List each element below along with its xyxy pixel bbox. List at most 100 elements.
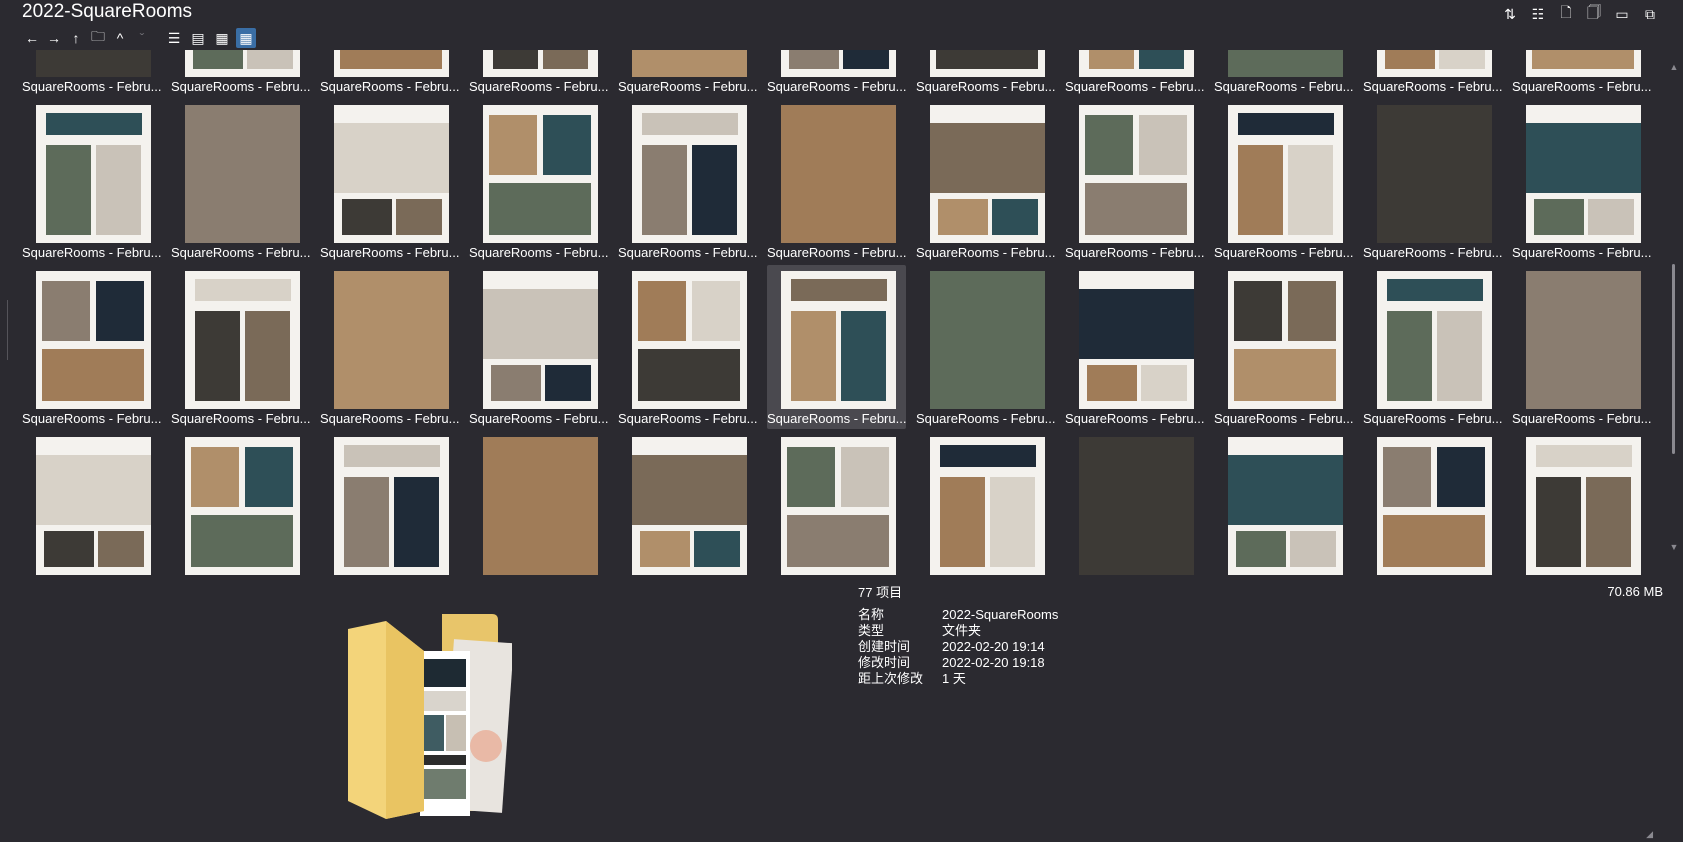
file-thumbnail-item[interactable]: SquareRooms - Febru...: [469, 99, 608, 263]
thumbnail-photo-block: [493, 50, 538, 69]
file-thumbnail-item[interactable]: SquareRooms - Febru...: [1363, 50, 1502, 97]
grid-scrollbar[interactable]: ▲ ▼: [1668, 50, 1680, 578]
tiles-view-button[interactable]: ▦: [212, 28, 232, 48]
file-thumbnail-item[interactable]: SquareRooms - Febru...: [469, 265, 608, 429]
file-thumbnail-item[interactable]: SquareRooms - Febru...: [469, 431, 608, 578]
file-thumbnail-item[interactable]: SquareRooms - Febru...: [767, 50, 906, 97]
sort-button[interactable]: ⇅: [1499, 3, 1521, 25]
page-thumbnail-image: [1079, 271, 1194, 409]
back-button[interactable]: ←: [22, 28, 42, 48]
scrollbar-thumb[interactable]: [1672, 264, 1675, 454]
file-thumbnail-item[interactable]: SquareRooms - Febru...: [767, 265, 906, 429]
file-thumbnail-item[interactable]: SquareRooms - Febru...: [618, 431, 757, 578]
file-thumbnail-item[interactable]: SquareRooms - Febru...: [1512, 431, 1651, 578]
sort-icon: ⇅: [1504, 5, 1516, 22]
group-button[interactable]: ☷: [1527, 3, 1549, 25]
file-thumbnail-item[interactable]: SquareRooms - Febru...: [916, 431, 1055, 578]
file-name-label: SquareRooms - Febru...: [767, 411, 906, 426]
open-folder-button[interactable]: 🗀: [88, 28, 108, 48]
up-button[interactable]: ↑: [66, 28, 86, 48]
forward-button[interactable]: →: [44, 28, 64, 48]
thumbnail-photo-block: [334, 271, 449, 409]
file-thumbnail-item[interactable]: SquareRooms - Febru...: [22, 265, 161, 429]
file-thumbnail-item[interactable]: SquareRooms - Febru...: [1214, 265, 1353, 429]
thumbnail-photo-block: [36, 50, 151, 77]
copy-button[interactable]: ⧉: [1639, 3, 1661, 25]
details-view-button[interactable]: ▤: [188, 28, 208, 48]
page-thumbnail-image: [334, 271, 449, 409]
file-thumbnail-item[interactable]: SquareRooms - Febru...: [1214, 431, 1353, 578]
file-thumbnail-item[interactable]: SquareRooms - Febru...: [916, 99, 1055, 263]
file-thumbnail-item[interactable]: SquareRooms - Febru...: [1512, 265, 1651, 429]
file-thumbnail-item[interactable]: SquareRooms - Febru...: [22, 431, 161, 578]
resize-grip-icon[interactable]: ◢: [1646, 829, 1653, 840]
thumbnail-photo-block: [44, 531, 94, 567]
file-thumbnail-item[interactable]: SquareRooms - Febru...: [1065, 265, 1204, 429]
item-count: 77 项目: [858, 585, 903, 600]
property-key: 类型: [858, 623, 885, 638]
thumbnail-photo-block: [1085, 183, 1187, 235]
thumbnail-photo-block: [1236, 531, 1286, 567]
file-thumbnail-item[interactable]: SquareRooms - Febru...: [1065, 50, 1204, 97]
file-thumbnail-item[interactable]: SquareRooms - Febru...: [1512, 50, 1651, 97]
list-view-button[interactable]: ☰: [164, 28, 184, 48]
file-thumbnail-item[interactable]: SquareRooms - Febru...: [618, 99, 757, 263]
file-thumbnail-item[interactable]: SquareRooms - Febru...: [171, 265, 310, 429]
window-title: 2022-SquareRooms: [22, 1, 193, 22]
page-thumbnail-image: [1526, 50, 1641, 77]
thumbnail-photo-block: [96, 281, 144, 341]
file-thumbnail-item[interactable]: SquareRooms - Febru...: [1065, 431, 1204, 578]
file-name-label: SquareRooms - Febru...: [320, 411, 459, 426]
thumbnail-photo-block: [1387, 279, 1483, 301]
scroll-up-arrow-icon[interactable]: ▲: [1668, 62, 1680, 72]
file-thumbnail-item[interactable]: SquareRooms - Febru...: [171, 99, 310, 263]
thumbnail-photo-block: [1385, 50, 1435, 69]
scroll-down-button[interactable]: ˇ: [132, 28, 152, 48]
rename-button[interactable]: 🗍: [1583, 3, 1605, 25]
property-key: 修改时间: [858, 655, 911, 670]
file-thumbnail-item[interactable]: SquareRooms - Febru...: [171, 431, 310, 578]
scroll-down-arrow-icon[interactable]: ▼: [1668, 542, 1680, 552]
file-thumbnail-item[interactable]: SquareRooms - Febru...: [320, 431, 459, 578]
file-thumbnail-item[interactable]: SquareRooms - Febru...: [1363, 265, 1502, 429]
page-thumbnail-image: [632, 105, 747, 243]
up-icon: ↑: [72, 30, 80, 46]
file-thumbnail-item[interactable]: SquareRooms - Febru...: [767, 99, 906, 263]
file-thumbnail-item[interactable]: SquareRooms - Febru...: [22, 99, 161, 263]
file-thumbnail-item[interactable]: SquareRooms - Febru...: [320, 50, 459, 97]
property-key: 名称: [858, 607, 885, 622]
file-thumbnail-item[interactable]: SquareRooms - Febru...: [1512, 99, 1651, 263]
preview-pane-button[interactable]: ▭: [1611, 3, 1633, 25]
file-thumbnail-item[interactable]: SquareRooms - Febru...: [1065, 99, 1204, 263]
thumbnail-view-button[interactable]: ▦: [236, 28, 256, 48]
thumbnail-photo-block: [992, 199, 1038, 235]
new-file-button[interactable]: 🗋: [1555, 3, 1577, 25]
thumbnail-photo-block: [930, 123, 1045, 193]
thumbnail-photo-block: [483, 289, 598, 359]
scroll-up-button[interactable]: ^: [110, 28, 130, 48]
file-thumbnail-item[interactable]: SquareRooms - Febru...: [22, 50, 161, 97]
file-thumbnail-item[interactable]: SquareRooms - Febru...: [1214, 99, 1353, 263]
file-thumbnail-item[interactable]: SquareRooms - Febru...: [767, 431, 906, 578]
file-thumbnail-item[interactable]: SquareRooms - Febru...: [618, 265, 757, 429]
file-thumbnail-item[interactable]: SquareRooms - Febru...: [916, 50, 1055, 97]
page-thumbnail-image: [483, 437, 598, 575]
thumbnail-photo-block: [781, 105, 896, 243]
copy-icon: ⧉: [1645, 5, 1655, 22]
file-thumbnail-item[interactable]: SquareRooms - Febru...: [916, 265, 1055, 429]
file-thumbnail-item[interactable]: SquareRooms - Febru...: [320, 265, 459, 429]
file-thumbnail-item[interactable]: SquareRooms - Febru...: [320, 99, 459, 263]
property-row: 创建时间 2022-02-20 19:14: [858, 639, 1058, 655]
rename-icon: 🗍: [1587, 4, 1601, 20]
file-thumbnail-item[interactable]: SquareRooms - Febru...: [171, 50, 310, 97]
thumbnail-photo-block: [396, 199, 442, 235]
file-thumbnail-item[interactable]: SquareRooms - Febru...: [1363, 431, 1502, 578]
file-thumbnail-item[interactable]: SquareRooms - Febru...: [618, 50, 757, 97]
file-thumbnail-item[interactable]: SquareRooms - Febru...: [469, 50, 608, 97]
pane-resize-handle[interactable]: [4, 300, 12, 360]
preview-pane-icon: ▭: [1615, 5, 1629, 22]
file-thumbnail-item[interactable]: SquareRooms - Febru...: [1214, 50, 1353, 97]
file-name-label: SquareRooms - Febru...: [22, 79, 161, 94]
file-grid[interactable]: SquareRooms - Febru... SquareRooms - Febr…: [22, 50, 1662, 578]
file-thumbnail-item[interactable]: SquareRooms - Febru...: [1363, 99, 1502, 263]
